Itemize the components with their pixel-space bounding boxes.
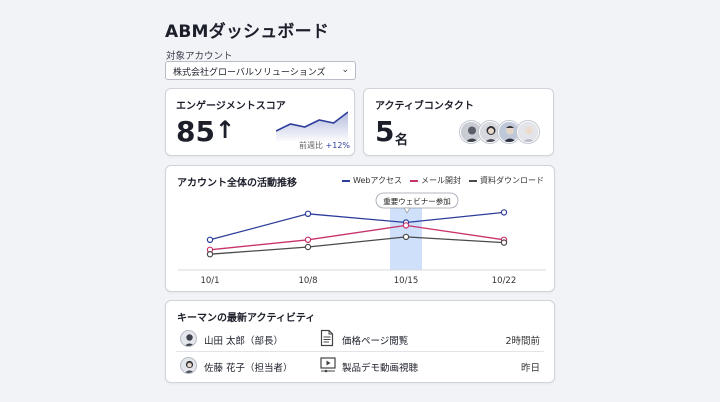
data-point	[206, 250, 214, 258]
account-label: 対象アカウント	[166, 51, 233, 62]
x-tick-label: 10/1	[200, 276, 219, 286]
engagement-delta: 前週比 +12%	[299, 140, 350, 151]
delta-label: 前週比	[299, 141, 323, 150]
legend-item: Webアクセス	[341, 175, 402, 186]
series-line	[209, 224, 505, 251]
x-tick-label: 10/15	[394, 276, 419, 286]
data-point	[500, 209, 508, 216]
data-point	[500, 239, 508, 246]
page-title: ABMダッシュボード	[165, 22, 330, 42]
data-point	[304, 210, 312, 218]
annotation-text: 重要ウェビナー参加	[383, 196, 451, 206]
activity-trend-card: 10/1 10/8 10/15 10/22 重要ウェビナー参加 アカウント全体の活動推移…	[165, 165, 555, 292]
data-point	[304, 236, 312, 244]
x-tick-label: 10/22	[492, 276, 517, 286]
chevron-down-icon: ⌄	[341, 65, 349, 75]
engagement-score: 85	[176, 115, 215, 148]
feed-item[interactable]: 佐藤 花子（担当者） 製品デモ動画視聴 昨日	[180, 355, 540, 379]
delta-value: +12%	[325, 141, 351, 150]
data-point	[206, 236, 214, 244]
contact-avatars[interactable]	[460, 121, 539, 143]
feed-divider	[176, 351, 544, 352]
data-point	[304, 243, 312, 251]
x-tick-label: 10/8	[298, 276, 317, 286]
legend-item: 資料ダウンロード	[469, 175, 544, 186]
engagement-score-card: エンゲージメントスコア 85 ↑ 前週比 +12%	[165, 88, 355, 156]
active-contacts-card: アクティブコンタクト 5 名	[363, 88, 554, 156]
keyperson-activity-card: キーマンの最新アクティビティ 山田 太郎（部長） 価格ページ閲覧 2時間前 佐藤…	[165, 300, 555, 383]
feed-item[interactable]: 山田 太郎（部長） 価格ページ閲覧 2時間前	[180, 328, 540, 352]
engagement-sparkline	[276, 111, 348, 141]
data-point	[402, 233, 410, 241]
person-name: 山田 太郎（部長）	[204, 336, 284, 347]
account-select-value: 株式会社グローバルソリューションズ	[173, 68, 326, 78]
activity-time: 2時間前	[505, 336, 540, 347]
activity-time: 昨日	[520, 363, 540, 374]
document-icon	[320, 329, 334, 350]
series-line	[209, 211, 505, 241]
contacts-card-title: アクティブコンタクト	[375, 101, 474, 112]
legend-item: メール開封	[410, 175, 461, 186]
activity-action: 製品デモ動画視聴	[342, 363, 419, 374]
activity-action: 価格ページ閲覧	[342, 336, 409, 347]
person-avatar	[180, 330, 197, 347]
contact-avatar[interactable]	[517, 121, 539, 143]
contacts-unit: 名	[395, 133, 409, 148]
contacts-count: 5	[375, 115, 395, 148]
trend-up-icon: ↑	[215, 116, 236, 144]
account-select[interactable]: 株式会社グローバルソリューションズ ⌄	[165, 61, 356, 80]
video-icon	[320, 356, 336, 377]
feed-card-title: キーマンの最新アクティビティ	[177, 313, 316, 324]
activity-card-title: アカウント全体の活動推移	[177, 178, 297, 189]
engagement-card-title: エンゲージメントスコア	[176, 101, 286, 112]
data-point	[402, 222, 410, 229]
chart-legend: Webアクセス メール開封 資料ダウンロード	[341, 175, 544, 186]
person-name: 佐藤 花子（担当者）	[204, 363, 293, 374]
person-avatar	[180, 357, 197, 374]
